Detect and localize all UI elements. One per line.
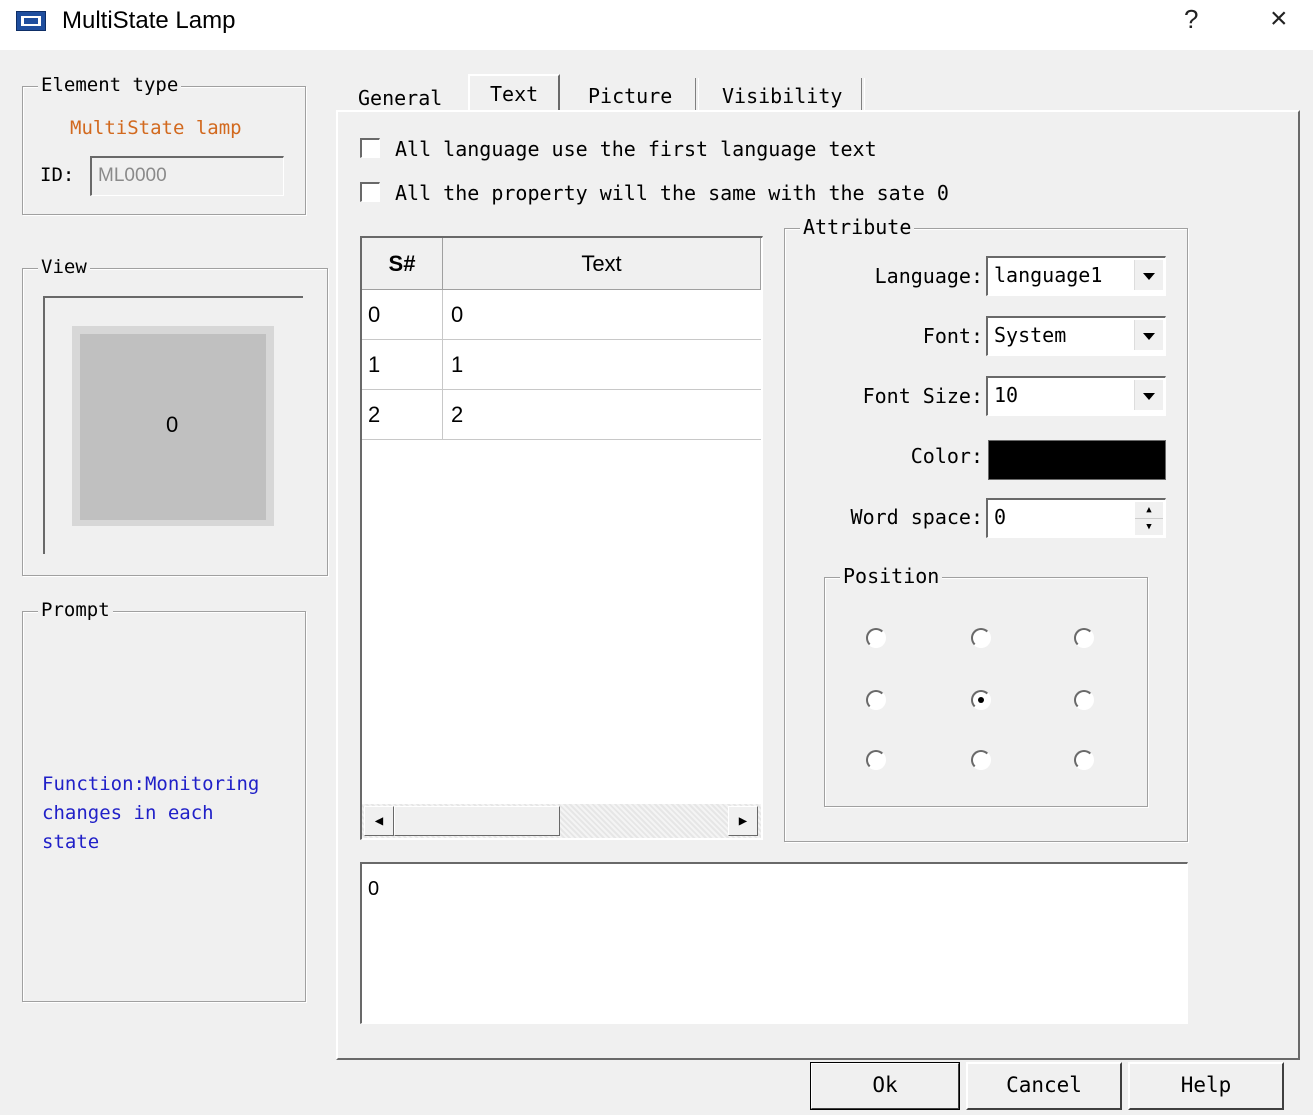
font-dropdown-icon[interactable]: [1134, 320, 1163, 350]
app-icon: [16, 11, 46, 31]
lamp-preview: 0: [72, 326, 274, 526]
cancel-button[interactable]: Cancel: [966, 1062, 1122, 1110]
element-type-name: MultiState lamp: [70, 117, 242, 139]
grid-row-0-text[interactable]: 0: [443, 290, 761, 340]
text-edit-area[interactable]: 0: [360, 862, 1188, 1024]
position-top-center-radio[interactable]: [971, 628, 991, 648]
grid-row-1-text[interactable]: 1: [443, 340, 761, 390]
grid-header-state[interactable]: S#: [362, 238, 443, 290]
id-field[interactable]: ML0000: [90, 156, 284, 196]
same-property-checkbox[interactable]: [360, 182, 380, 202]
position-middle-center-radio[interactable]: [971, 690, 991, 710]
attribute-legend: Attribute: [800, 216, 915, 238]
word-space-spinner[interactable]: 0 ▲ ▼: [986, 498, 1166, 538]
font-size-value: 10: [994, 383, 1019, 407]
grid-header-text[interactable]: Text: [443, 238, 761, 290]
spin-up-button[interactable]: ▲: [1135, 502, 1163, 519]
grid-row-2-text[interactable]: 2: [443, 390, 761, 440]
position-middle-left-radio[interactable]: [866, 690, 886, 710]
same-property-label[interactable]: All the property will the same with the …: [395, 181, 949, 205]
tab-picture[interactable]: Picture: [574, 78, 686, 114]
scroll-left-button[interactable]: ◀: [364, 806, 394, 836]
language-label: Language:: [874, 264, 983, 288]
font-size-combo[interactable]: 10: [986, 376, 1166, 416]
tab-visibility[interactable]: Visibility: [708, 78, 856, 114]
prompt-text: Function:Monitoring changes in each stat…: [42, 773, 260, 853]
scroll-right-button[interactable]: ▶: [728, 806, 758, 836]
language-combo[interactable]: language1: [986, 256, 1166, 296]
language-value: language1: [994, 263, 1103, 287]
id-label: ID:: [40, 164, 75, 186]
color-swatch[interactable]: [988, 440, 1166, 480]
font-value: System: [994, 323, 1067, 347]
position-middle-right-radio[interactable]: [1074, 690, 1094, 710]
tab-text-label: Text: [490, 82, 539, 106]
id-value: ML0000: [98, 165, 167, 186]
position-bottom-center-radio[interactable]: [971, 750, 991, 770]
position-top-left-radio[interactable]: [866, 628, 886, 648]
first-language-label[interactable]: All language use the first language text: [395, 137, 877, 161]
state-text-grid[interactable]: S# Text 0 0 1 1 2 2 ◀ ▶: [360, 236, 763, 840]
grid-hscrollbar[interactable]: ◀ ▶: [362, 804, 761, 838]
language-dropdown-icon[interactable]: [1134, 260, 1163, 290]
position-legend: Position: [840, 565, 943, 587]
grid-row-0-state[interactable]: 0: [362, 290, 443, 340]
color-label: Color:: [910, 444, 983, 468]
font-size-label: Font Size:: [862, 384, 983, 408]
spin-down-button[interactable]: ▼: [1135, 519, 1163, 535]
word-space-value: 0: [994, 505, 1007, 529]
font-size-dropdown-icon[interactable]: [1134, 380, 1163, 410]
help-question-button[interactable]: ?: [1184, 4, 1198, 35]
title-bar: MultiState Lamp ? ×: [0, 0, 1313, 50]
first-language-checkbox[interactable]: [360, 138, 380, 158]
position-bottom-left-radio[interactable]: [866, 750, 886, 770]
font-combo[interactable]: System: [986, 316, 1166, 356]
help-button[interactable]: Help: [1128, 1062, 1284, 1110]
position-top-right-radio[interactable]: [1074, 628, 1094, 648]
element-type-legend: Element type: [38, 74, 182, 96]
window-title: MultiState Lamp: [62, 7, 236, 34]
ok-button[interactable]: Ok: [810, 1062, 960, 1110]
position-bottom-right-radio[interactable]: [1074, 750, 1094, 770]
font-label: Font:: [922, 324, 983, 348]
grid-row-2-state[interactable]: 2: [362, 390, 443, 440]
view-legend: View: [38, 256, 90, 278]
text-edit-value: 0: [368, 878, 380, 900]
scroll-thumb[interactable]: [394, 806, 560, 836]
lamp-preview-value: 0: [166, 412, 179, 437]
close-button[interactable]: ×: [1270, 2, 1288, 36]
word-space-label: Word space:: [850, 505, 983, 529]
tab-text[interactable]: Text: [468, 74, 561, 112]
grid-row-1-state[interactable]: 1: [362, 340, 443, 390]
prompt-legend: Prompt: [38, 599, 113, 621]
